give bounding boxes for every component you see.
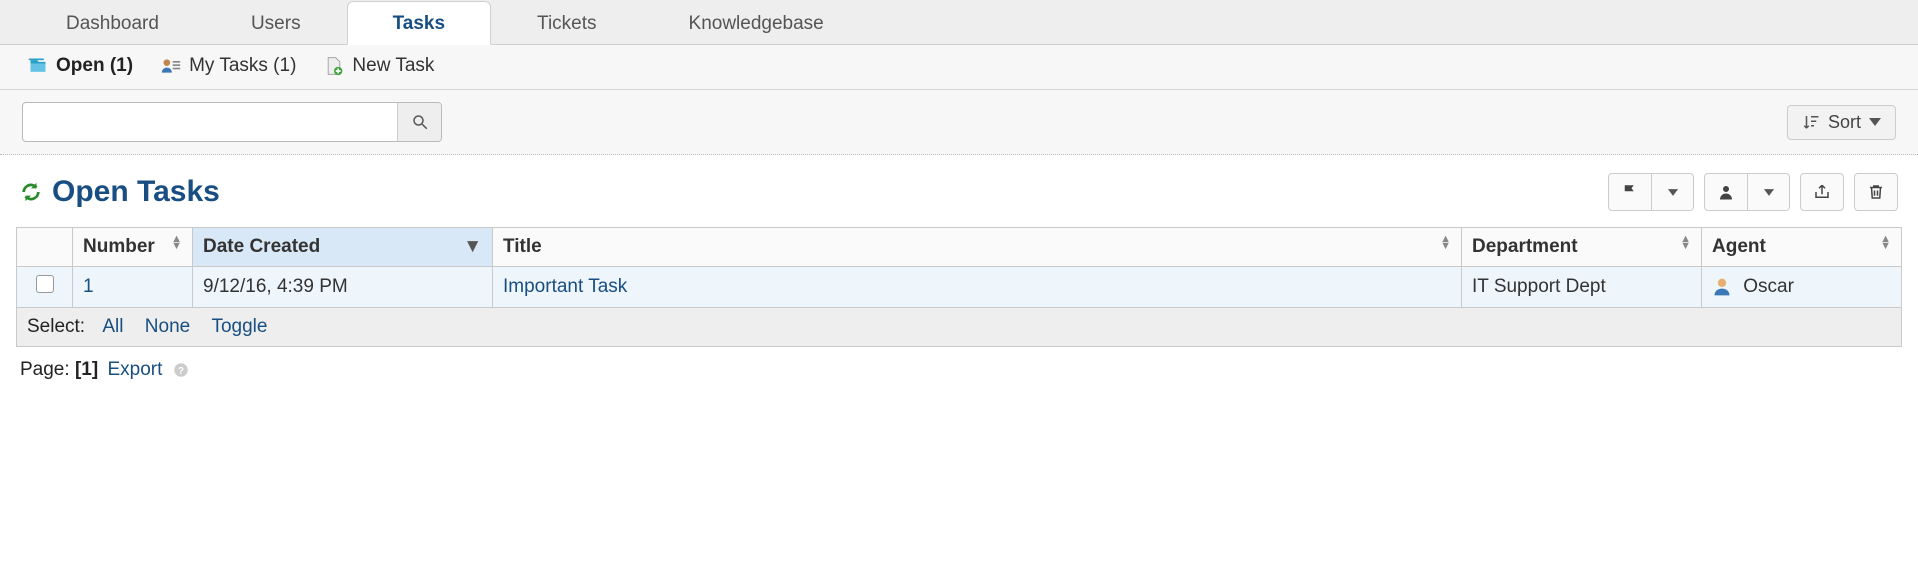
select-toggle[interactable]: Toggle <box>211 316 267 337</box>
user-icon <box>1717 183 1735 201</box>
flag-group <box>1608 173 1694 211</box>
col-date[interactable]: Date Created ▼ <box>193 228 493 267</box>
col-department[interactable]: Department ▲▼ <box>1462 228 1702 267</box>
select-row: Select: All None Toggle <box>16 308 1902 347</box>
sort-both-icon: ▲▼ <box>1880 236 1891 250</box>
table-row[interactable]: 1 9/12/16, 4:39 PM Important Task IT Sup… <box>17 267 1902 308</box>
search-button[interactable] <box>397 103 441 141</box>
sort-icon <box>1802 113 1820 131</box>
search-wrap <box>22 102 442 142</box>
user-list-icon <box>161 56 181 76</box>
help-icon[interactable]: ? <box>172 361 190 379</box>
subnav-newtask[interactable]: New Task <box>324 55 434 77</box>
col-agent[interactable]: Agent ▲▼ <box>1702 228 1902 267</box>
task-department: IT Support Dept <box>1472 276 1606 297</box>
refresh-icon[interactable] <box>20 181 42 203</box>
tab-tickets[interactable]: Tickets <box>491 1 642 45</box>
svg-text:?: ? <box>178 366 184 377</box>
row-checkbox[interactable] <box>36 275 54 293</box>
main-tabs: Dashboard Users Tasks Tickets Knowledgeb… <box>0 0 1918 45</box>
sort-both-icon: ▲▼ <box>1440 236 1451 250</box>
delete-button[interactable] <box>1854 173 1898 211</box>
col-agent-label: Agent <box>1712 236 1766 257</box>
select-label: Select: <box>27 316 85 337</box>
select-none[interactable]: None <box>145 316 190 337</box>
search-icon <box>411 113 429 131</box>
subnav-mytasks[interactable]: My Tasks (1) <box>161 55 296 77</box>
sort-both-icon: ▲▼ <box>171 236 182 250</box>
task-number-link[interactable]: 1 <box>83 276 94 297</box>
search-input[interactable] <box>23 103 397 141</box>
col-department-label: Department <box>1472 236 1578 257</box>
flag-button[interactable] <box>1608 173 1652 211</box>
col-title[interactable]: Title ▲▼ <box>493 228 1462 267</box>
pager-label: Page: <box>20 359 70 380</box>
assign-button[interactable] <box>1704 173 1748 211</box>
search-bar-row: Sort <box>0 90 1918 155</box>
tab-knowledgebase[interactable]: Knowledgebase <box>643 1 870 45</box>
tasks-table: Number ▲▼ Date Created ▼ Title ▲▼ Depart… <box>16 227 1902 308</box>
tab-users[interactable]: Users <box>205 1 347 45</box>
pager-current: 1 <box>81 359 92 380</box>
caret-down-icon: ▼ <box>463 236 482 258</box>
new-file-icon <box>324 56 344 76</box>
caret-down-icon <box>1668 189 1678 196</box>
title-row: Open Tasks <box>0 155 1918 221</box>
trash-icon <box>1867 183 1885 201</box>
pager: Page: [1] Export ? <box>0 347 1918 393</box>
subnav-open-label: Open (1) <box>56 55 133 77</box>
title-actions <box>1608 173 1898 211</box>
export-link[interactable]: Export <box>107 359 162 380</box>
col-checkbox <box>17 228 73 267</box>
subnav-open[interactable]: Open (1) <box>28 55 133 77</box>
sort-label: Sort <box>1828 112 1861 133</box>
caret-down-icon <box>1869 118 1881 126</box>
tab-tasks[interactable]: Tasks <box>347 1 491 45</box>
folder-stack-icon <box>28 56 48 76</box>
tasks-subnav: Open (1) My Tasks (1) New Task <box>0 45 1918 90</box>
select-all[interactable]: All <box>102 316 123 337</box>
assign-dropdown[interactable] <box>1748 173 1790 211</box>
col-title-label: Title <box>503 236 542 257</box>
task-date: 9/12/16, 4:39 PM <box>203 276 348 297</box>
page-title: Open Tasks <box>20 175 220 209</box>
agent-avatar-icon <box>1712 277 1732 297</box>
subnav-newtask-label: New Task <box>352 55 434 77</box>
share-icon <box>1813 183 1831 201</box>
page-title-text: Open Tasks <box>52 175 220 209</box>
transfer-button[interactable] <box>1800 173 1844 211</box>
task-agent: Oscar <box>1743 276 1794 297</box>
caret-down-icon <box>1764 189 1774 196</box>
subnav-mytasks-label: My Tasks (1) <box>189 55 296 77</box>
assign-group <box>1704 173 1790 211</box>
col-number-label: Number <box>83 236 155 257</box>
col-date-label: Date Created <box>203 236 320 257</box>
task-title-link[interactable]: Important Task <box>503 276 627 297</box>
sort-both-icon: ▲▼ <box>1680 236 1691 250</box>
sort-button[interactable]: Sort <box>1787 105 1896 140</box>
flag-dropdown[interactable] <box>1652 173 1694 211</box>
tab-dashboard[interactable]: Dashboard <box>20 1 205 45</box>
flag-icon <box>1621 183 1639 201</box>
col-number[interactable]: Number ▲▼ <box>73 228 193 267</box>
